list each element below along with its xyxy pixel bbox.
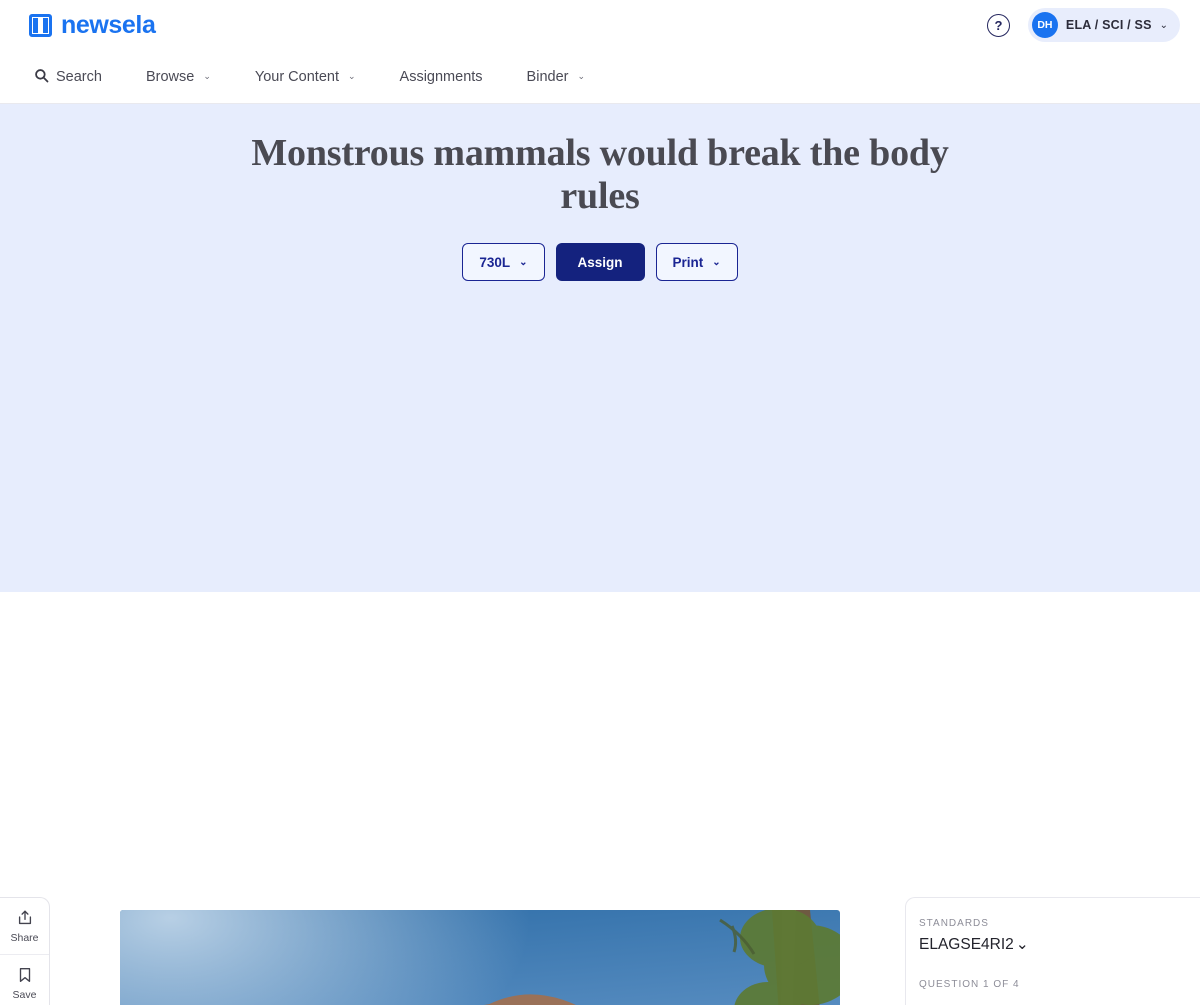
chevron-down-icon: ⌄ <box>1159 19 1168 31</box>
print-label: Print <box>672 254 704 270</box>
top-bar-right: ? DH ELA / SCI / SS ⌄ <box>986 8 1180 42</box>
brand-name: newsela <box>61 10 156 39</box>
nav-item-binder[interactable]: Binder ⌄ <box>505 50 607 103</box>
article-hero-image <box>120 910 840 1005</box>
search-icon <box>34 68 49 86</box>
chevron-down-icon: ⌄ <box>712 256 721 268</box>
nav-item-label: Binder <box>526 68 569 85</box>
nav-item-your-content[interactable]: Your Content ⌄ <box>233 50 378 103</box>
top-bar: newsela ? DH ELA / SCI / SS ⌄ <box>0 0 1200 50</box>
main-navigation: Search Browse ⌄ Your Content ⌄ Assignmen… <box>0 50 1200 104</box>
standards-kicker: STANDARDS <box>919 918 989 929</box>
newsela-logo[interactable]: newsela <box>29 10 156 40</box>
assign-button[interactable]: Assign <box>555 243 645 282</box>
chevron-down-icon: ⌄ <box>1015 936 1029 953</box>
lexile-level-button[interactable]: 730L ⌄ <box>462 243 545 282</box>
question-panel: STANDARDS ELAGSE4RI2 ⌄ QUESTION 1 OF 4 W… <box>905 897 1200 1005</box>
share-icon <box>18 910 31 924</box>
standard-selector[interactable]: ELAGSE4RI2 ⌄ <box>919 935 1187 954</box>
nav-item-label: Search <box>56 68 102 85</box>
article-action-bar: 730L ⌄ Assign Print ⌄ <box>0 243 1200 282</box>
elephant-photo-graphic <box>120 910 840 1005</box>
standard-code: ELAGSE4RI2 <box>919 935 1014 953</box>
account-label: ELA / SCI / SS <box>1065 18 1152 32</box>
nav-item-assignments[interactable]: Assignments <box>378 50 505 103</box>
page-title: Monstrous mammals would break the body r… <box>251 132 949 217</box>
article-tools-rail: Share Save Hide Add <box>0 897 50 1005</box>
nav-item-label: Browse <box>145 68 195 85</box>
newsela-logo-icon <box>29 13 52 37</box>
help-icon[interactable]: ? <box>986 13 1010 37</box>
chevron-down-icon: ⌄ <box>203 71 211 81</box>
tool-label: Share <box>10 931 39 944</box>
avatar: DH <box>1031 12 1058 38</box>
tool-share[interactable]: Share <box>0 898 49 955</box>
nav-item-browse[interactable]: Browse ⌄ <box>124 50 233 103</box>
chevron-down-icon: ⌄ <box>347 71 356 81</box>
tool-label: Save <box>12 988 37 1001</box>
elephant-photo <box>120 910 840 1005</box>
lexile-level-label: 730L <box>479 254 511 270</box>
tool-save[interactable]: Save <box>0 955 49 1005</box>
chevron-down-icon: ⌄ <box>577 71 586 81</box>
article-hero: Monstrous mammals would break the body r… <box>0 104 1200 592</box>
chevron-down-icon: ⌄ <box>519 256 528 268</box>
nav-item-label: Assignments <box>399 68 483 85</box>
nav-item-search[interactable]: Search <box>20 50 124 103</box>
print-button[interactable]: Print ⌄ <box>655 243 738 282</box>
bookmark-icon <box>19 967 30 982</box>
nav-item-label: Your Content <box>254 68 339 85</box>
question-counter: QUESTION 1 OF 4 <box>919 979 1020 990</box>
account-menu[interactable]: DH ELA / SCI / SS ⌄ <box>1027 8 1180 42</box>
